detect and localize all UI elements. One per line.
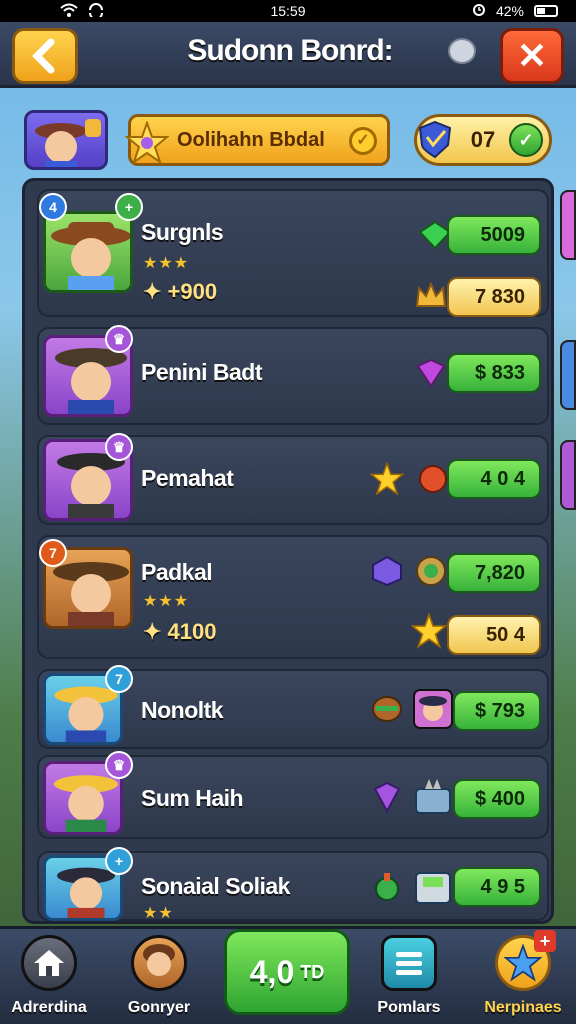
barrel-icon [369, 691, 405, 727]
leaderboard-list: 4 + Surgnls ★★★ ✦ +900 5009 7 830 ♛ Peni… [22, 178, 554, 924]
status-bar: 15:59 42% [0, 0, 576, 22]
chest-icon [413, 777, 453, 817]
purple-gem-icon [413, 355, 449, 391]
rank-badge: 7 [105, 665, 133, 693]
chat-icon[interactable] [448, 38, 476, 64]
score-pill: 5009 [447, 215, 541, 255]
battery-icon [533, 5, 558, 17]
star-icon: + [495, 930, 556, 991]
player-name: Nonoltk [141, 697, 224, 723]
star-rating: ★★★ [143, 593, 190, 610]
amethyst-icon [369, 779, 405, 815]
bottom-nav: Adrerdina Gonryer 4,0 TD Pomlars + Nerpi… [0, 926, 576, 1024]
play-button-suffix: TD [300, 961, 325, 982]
avatar [43, 211, 133, 293]
close-button[interactable]: ✕ [500, 28, 564, 84]
score-pill: 7,820 [447, 553, 541, 593]
confirm-check-icon[interactable]: ✓ [509, 123, 543, 157]
list-item[interactable]: ♛ Sum Haih $ 400 [37, 751, 549, 839]
play-button-value: 4,0 [249, 953, 295, 990]
plus-badge-icon[interactable]: + [115, 193, 143, 221]
back-button[interactable] [12, 28, 78, 84]
nav-label: Gonryer [127, 999, 191, 1016]
page-title: Sudonn Bonrd: [187, 34, 393, 67]
score-pill: $ 793 [453, 691, 541, 731]
check-icon: ✓ [349, 127, 377, 155]
mini-avatar-icon [413, 689, 453, 729]
nav-label: Adrerdina [11, 999, 87, 1016]
list-item[interactable]: ♛ Pemahat 4 0 4 [37, 433, 549, 525]
list-item[interactable]: + Sonaial Soliak ★★ 4 9 5 [37, 847, 549, 922]
cube-icon [369, 553, 405, 589]
coin-pill: 50 4 [447, 615, 541, 655]
sync-icon [88, 2, 104, 20]
shield-icon [418, 120, 452, 159]
coin-pill: 7 830 [447, 277, 541, 317]
nav-label: Nerpinaes [484, 999, 562, 1016]
player-name: Pemahat [141, 465, 234, 491]
list-item[interactable]: ♛ Penini Badt $ 833 [37, 325, 549, 425]
star-icon [369, 461, 405, 497]
achievement-banner[interactable]: Oolihahn Bbdal ✓ [125, 114, 390, 166]
score-pill: $ 400 [453, 779, 541, 819]
crown-badge-icon: ♛ [105, 325, 133, 353]
plus-badge-icon[interactable]: + [105, 847, 133, 875]
profile-icon [131, 935, 187, 991]
star-rating: ★★ [143, 905, 174, 922]
battery-percent: 42% [495, 3, 524, 19]
chevron-left-icon [32, 38, 55, 74]
side-tab-purple[interactable] [560, 190, 576, 260]
counter-value: 07 [470, 127, 496, 152]
nav-home[interactable]: Adrerdina [4, 935, 94, 1024]
lock-icon [85, 119, 101, 137]
score-pill: 4 0 4 [447, 459, 541, 499]
player-avatar[interactable] [24, 110, 108, 170]
achievement-label: Oolihahn Bbdal [177, 128, 325, 151]
nav-menu[interactable]: Pomlars [364, 935, 454, 1024]
header-bar: Sudonn Bonrd: ✕ [0, 22, 576, 88]
player-name: Penini Badt [141, 359, 263, 385]
home-icon [21, 935, 77, 991]
notification-plus-icon: + [534, 930, 556, 952]
crown-icon [413, 277, 449, 313]
ruby-icon [415, 461, 451, 497]
player-name: Sonaial Soliak [141, 873, 290, 899]
side-tab-blue[interactable] [560, 340, 576, 410]
crown-badge-icon: ♛ [105, 751, 133, 779]
status-time: 15:59 [270, 3, 306, 19]
star-rating: ★★★ [143, 255, 190, 272]
nav-profile[interactable]: Gonryer [114, 935, 204, 1024]
rank-badge: 7 [39, 539, 67, 567]
player-score: ✦ +900 [143, 279, 218, 304]
rank-badge: 4 [39, 193, 67, 221]
menu-icon [381, 935, 437, 991]
score-pill: $ 833 [447, 353, 541, 393]
status-left-icons [60, 2, 104, 20]
status-right-icons: 42% [472, 3, 558, 20]
wifi-icon [60, 3, 78, 20]
crate-icon [413, 867, 453, 907]
list-item[interactable]: 7 Nonoltk $ 793 [37, 665, 549, 749]
list-item[interactable]: 4 + Surgnls ★★★ ✦ +900 5009 7 830 [37, 189, 549, 317]
star-icon [411, 612, 447, 649]
nav-favorites[interactable]: + Nerpinaes [478, 930, 568, 1024]
player-name: Surgnls [141, 219, 224, 245]
list-item[interactable]: 7 Padkal ★★★ ✦ 4100 7,820 50 4 [37, 535, 549, 659]
player-name: Padkal [141, 559, 213, 585]
potion-icon [369, 869, 405, 905]
player-name: Sum Haih [141, 785, 244, 811]
reward-counter[interactable]: 07 ✓ [414, 114, 552, 166]
player-score: ✦ 4100 [143, 619, 217, 644]
crown-badge-icon: ♛ [105, 433, 133, 461]
play-button[interactable]: 4,0 TD [224, 929, 350, 1015]
star-icon [125, 121, 169, 165]
coin-icon [413, 553, 449, 589]
score-pill: 4 9 5 [453, 867, 541, 907]
nav-label: Pomlars [377, 999, 441, 1016]
close-icon: ✕ [516, 35, 548, 76]
side-tab-violet[interactable] [560, 440, 576, 510]
portrait-art [51, 222, 130, 290]
alarm-icon [472, 3, 486, 20]
